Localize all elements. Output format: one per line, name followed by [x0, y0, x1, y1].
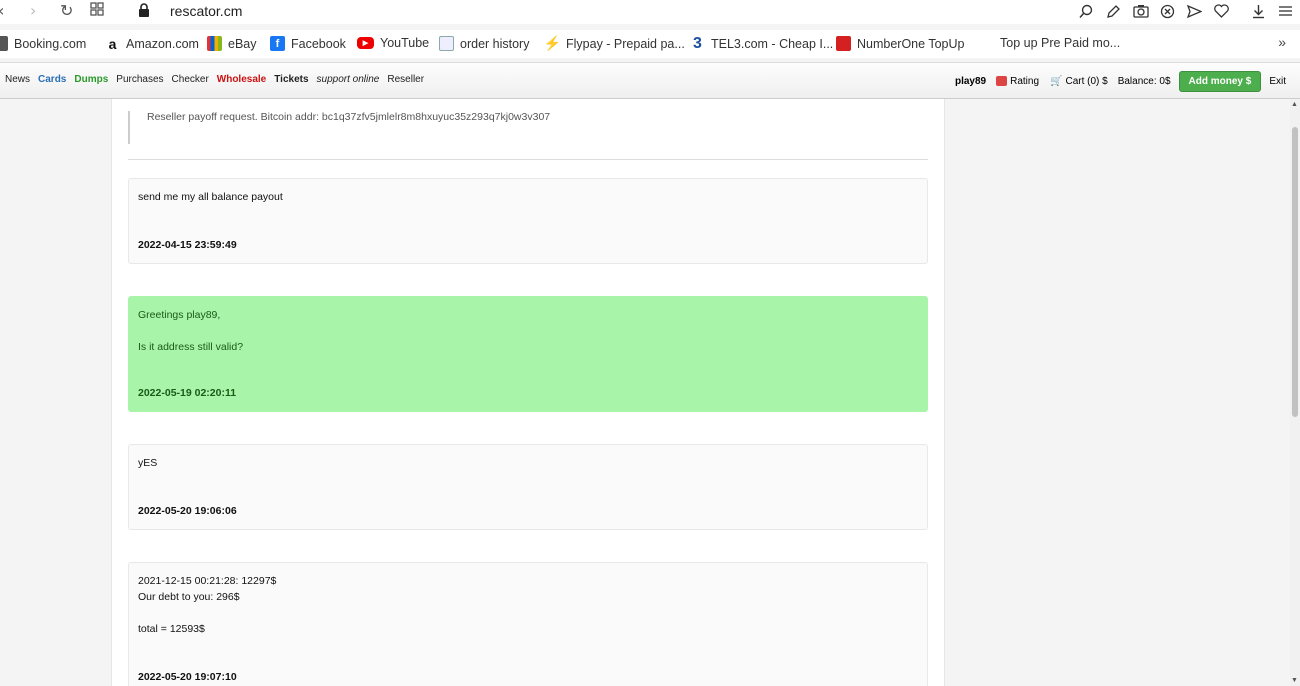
- scroll-thumb[interactable]: [1292, 127, 1298, 417]
- search-icon[interactable]: [1078, 2, 1095, 20]
- bookmark-label: TEL3.com - Cheap I...: [711, 36, 834, 51]
- reload-icon[interactable]: ↻: [60, 2, 73, 20]
- bookmark-order-history[interactable]: order history: [439, 36, 529, 51]
- nav-purchases[interactable]: Purchases: [116, 74, 163, 85]
- url-field[interactable]: rescator.cm: [170, 3, 242, 19]
- lock-icon: [138, 3, 152, 19]
- document-icon: [0, 36, 8, 51]
- chevron-right-icon[interactable]: ›: [30, 2, 36, 20]
- bookmark-amazon[interactable]: a Amazon.com: [105, 35, 199, 52]
- bookmark-facebook[interactable]: f Facebook: [270, 36, 346, 51]
- double-chevron-right-icon[interactable]: »: [1278, 34, 1286, 50]
- exit-link[interactable]: Exit: [1269, 76, 1286, 87]
- bookmark-flypay[interactable]: ⚡ Flypay - Prepaid pa...: [543, 35, 685, 51]
- camera-icon[interactable]: [1132, 2, 1149, 20]
- message-line: Our debt to you: 296$: [138, 591, 240, 603]
- bookmark-ebay[interactable]: eBay: [207, 36, 257, 51]
- bookmark-label: eBay: [228, 36, 257, 51]
- nav-wholesale[interactable]: Wholesale: [217, 74, 266, 85]
- message-line: [138, 605, 918, 621]
- heart-icon[interactable]: [1213, 2, 1230, 20]
- nav-news[interactable]: News: [5, 74, 30, 85]
- message-3: 2021-12-15 00:21:28: 12297$ Our debt to …: [128, 562, 928, 686]
- message-line: Is it address still valid?: [138, 341, 244, 353]
- message-line: Greetings play89,: [138, 309, 221, 321]
- nav-checker[interactable]: Checker: [172, 74, 209, 85]
- message-date: 2022-05-19 02:20:11: [138, 387, 237, 399]
- divider: [128, 159, 928, 160]
- nav-cards[interactable]: Cards: [38, 74, 66, 85]
- message-line: 2021-12-15 00:21:28: 12297$: [138, 575, 277, 587]
- page-scrollbar[interactable]: ▲ ▼: [1290, 99, 1300, 686]
- account-area: play89 Rating 🛒 Cart (0) $ Balance: 0$ A…: [955, 70, 1300, 92]
- ticket-subject: Reseller payoff request. Bitcoin addr: b…: [128, 111, 550, 144]
- chevron-left-icon[interactable]: ‹: [0, 2, 4, 20]
- scroll-down-icon[interactable]: ▼: [1291, 677, 1298, 684]
- amazon-icon: a: [108, 35, 117, 52]
- message-1-admin: Greetings play89, Is it address still va…: [128, 296, 928, 412]
- send-icon[interactable]: [1186, 2, 1203, 20]
- bookmark-label: NumberOne TopUp: [857, 36, 965, 51]
- document-icon: [439, 36, 454, 51]
- site-menu: News Cards Dumps Purchases Checker Whole…: [5, 74, 424, 85]
- message-date: 2022-04-15 23:59:49: [138, 239, 237, 251]
- message-line: send me my all balance payout: [138, 191, 283, 203]
- site-navigation: News Cards Dumps Purchases Checker Whole…: [0, 62, 1300, 99]
- cart-icon: 🛒: [1050, 75, 1063, 87]
- nav-dumps[interactable]: Dumps: [74, 74, 108, 85]
- message-line: [138, 323, 918, 339]
- bookmark-youtube[interactable]: ▶ YouTube: [357, 36, 429, 50]
- block-icon[interactable]: [1159, 2, 1176, 20]
- menu-icon[interactable]: [1277, 2, 1294, 20]
- cart-link[interactable]: Cart (0) $: [1065, 76, 1107, 87]
- message-2: yES 2022-05-20 19:06:06: [128, 444, 928, 530]
- rating-link[interactable]: Rating: [1010, 76, 1039, 87]
- ebay-icon: [207, 36, 222, 51]
- username[interactable]: play89: [955, 76, 986, 87]
- bookmark-booking[interactable]: Booking.com: [0, 36, 86, 51]
- bookmark-numberone[interactable]: NumberOne TopUp: [836, 36, 964, 51]
- message-line: yES: [138, 457, 158, 469]
- message-0: send me my all balance payout 2022-04-15…: [128, 178, 928, 264]
- bookmarks-bar: Booking.com a Amazon.com eBay f Facebook…: [0, 30, 1300, 58]
- facebook-icon: f: [270, 36, 285, 51]
- scroll-up-icon[interactable]: ▲: [1291, 101, 1298, 108]
- bookmark-label: Top up Pre Paid mo...: [1000, 36, 1121, 50]
- tel3-icon: 3: [693, 34, 702, 52]
- ticket-thread: Reseller payoff request. Bitcoin addr: b…: [111, 99, 945, 686]
- bookmark-label: Flypay - Prepaid pa...: [566, 36, 685, 51]
- browser-actions: [1078, 2, 1294, 20]
- lightning-icon: ⚡: [543, 35, 562, 51]
- bookmark-topup[interactable]: Top up Pre Paid mo...: [1000, 36, 1120, 50]
- bookmark-label: YouTube: [380, 36, 430, 50]
- nav-reseller[interactable]: Reseller: [387, 74, 424, 85]
- bookmark-label: Amazon.com: [126, 36, 199, 51]
- message-date: 2022-05-20 19:06:06: [138, 505, 237, 517]
- nav-tickets[interactable]: Tickets: [274, 74, 308, 85]
- browser-toolbar: ‹ › ↻ rescator.cm: [0, 0, 1300, 24]
- bookmark-tel3[interactable]: 3 TEL3.com - Cheap I...: [690, 34, 834, 52]
- nav-support-online[interactable]: support online: [317, 74, 380, 85]
- rating-icon: [996, 76, 1008, 86]
- message-date: 2022-05-20 19:07:10: [138, 671, 237, 683]
- balance: Balance: 0$: [1117, 75, 1171, 87]
- add-money-button[interactable]: Add money $: [1178, 70, 1262, 92]
- youtube-icon: ▶: [357, 37, 374, 49]
- bookmark-label: order history: [460, 36, 530, 51]
- grid-icon[interactable]: [90, 2, 104, 20]
- download-icon[interactable]: [1250, 2, 1267, 20]
- numberone-icon: [836, 36, 851, 51]
- bookmark-label: Facebook: [291, 36, 346, 51]
- edit-icon[interactable]: [1105, 2, 1122, 20]
- message-line: total = 12593$: [138, 623, 205, 635]
- bookmark-label: Booking.com: [14, 36, 87, 51]
